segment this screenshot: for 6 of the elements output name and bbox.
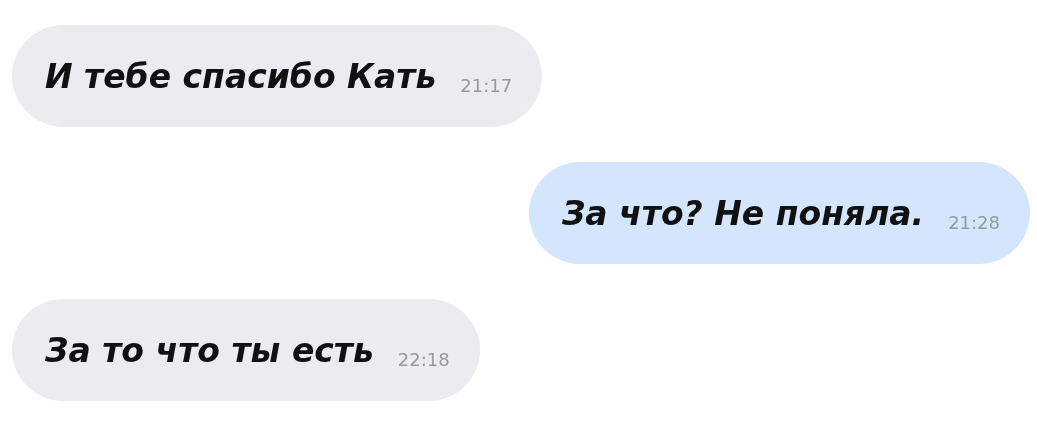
message-text: За то что ты есть (45, 330, 374, 370)
message-time: 21:28 (948, 211, 1000, 233)
message-time: 22:18 (397, 348, 450, 370)
message-text: И тебе спасибо Кать (45, 56, 437, 96)
message-text: За что? Не поняла. (561, 193, 925, 233)
message-time: 21:17 (460, 74, 513, 96)
